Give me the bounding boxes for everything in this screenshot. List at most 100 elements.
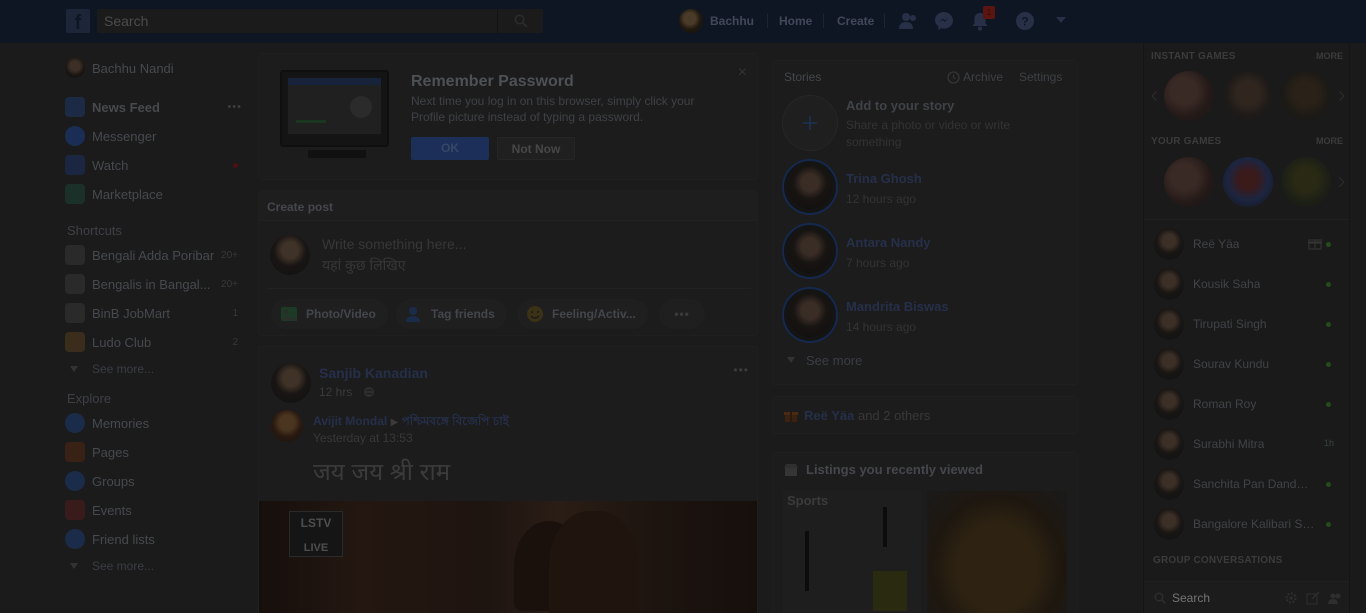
help-question-icon[interactable]: ? [1014,10,1036,32]
post-video-thumbnail[interactable]: LSTV LIVE [259,501,757,613]
sidebar-item-profile[interactable]: Bachhu Nandi [62,57,252,79]
birthday-name-link[interactable]: Reë Yäa [804,408,854,423]
story-ring[interactable] [782,287,838,343]
tag-friends-button[interactable]: Tag friends [396,299,507,329]
illustration-bar [296,120,326,123]
see-more-shortcuts[interactable]: See more... [62,358,252,380]
photo-video-button[interactable]: Photo/Video [271,299,388,329]
instant-games-more-link[interactable]: MORE [1316,51,1343,61]
see-more-explore[interactable]: See more... [62,555,252,577]
post-composer-placeholder[interactable]: Write something here... [322,236,466,252]
sidebar-item-watch[interactable]: Watch [62,154,252,176]
photo-video-label: Photo/Video [306,307,376,321]
game-thumbnail[interactable] [1223,157,1273,207]
game-thumbnail[interactable] [1281,71,1331,121]
nav-create-link[interactable]: Create [837,14,874,28]
story-author[interactable]: Mandrita Biswas [846,299,949,314]
sidebar-item-groups[interactable]: Groups [62,470,252,492]
sidebar-item-label: See more... [92,559,155,573]
listing-item[interactable] [927,491,1067,613]
post-composer-placeholder-hindi[interactable]: यहां कुछ लिखिए [322,256,405,275]
story-author[interactable]: Trina Ghosh [846,171,922,186]
birthday-others-text[interactable]: and 2 others [854,408,930,423]
your-games-more-link[interactable]: MORE [1316,136,1343,146]
illustration-header [288,78,381,85]
avatar [788,293,832,337]
not-now-button[interactable]: Not Now [497,137,575,160]
game-thumbnail[interactable] [1164,157,1214,207]
chevron-right-icon[interactable] [1338,177,1344,187]
add-story-button[interactable] [782,95,838,151]
sidebar-item-events[interactable]: Events [62,499,252,521]
contact-item[interactable]: Tirupati Singh [1152,308,1342,340]
story-time: 7 hours ago [846,256,910,270]
post-author-link[interactable]: Sanjib Kanadian [319,365,428,381]
close-button[interactable]: × [738,64,747,82]
news-feed-options-button[interactable]: ••• [227,101,242,113]
post-options-button[interactable]: ••• [733,363,749,377]
chevron-left-icon[interactable] [1152,91,1158,101]
shared-post-timestamp[interactable]: Yesterday at 13:53 [313,431,413,445]
sidebar-item-shortcut[interactable]: Ludo Club 2 [62,331,252,353]
story-time: 12 hours ago [846,192,917,206]
page-scrollbar[interactable] [1349,43,1366,613]
account-dropdown-icon[interactable] [1056,16,1066,24]
nav-profile-link[interactable]: Bachhu [679,9,754,33]
sidebar-item-news-feed[interactable]: News Feed ••• [62,96,252,118]
new-message-icon[interactable] [1306,591,1320,605]
game-thumbnail[interactable] [1281,157,1331,207]
stories-archive-link[interactable]: Archive [963,70,1003,84]
search-input[interactable] [97,9,507,33]
story-ring[interactable] [782,223,838,279]
ok-button[interactable]: OK [411,137,489,160]
add-story-title[interactable]: Add to your story [846,98,954,113]
sidebar-item-shortcut[interactable]: Bengalis in Bangal... 20+ [62,273,252,295]
gift-icon[interactable] [1308,238,1322,250]
online-status-dot [1326,242,1331,247]
sidebar-item-messenger[interactable]: Messenger [62,125,252,147]
story-ring[interactable] [782,159,838,215]
contact-item[interactable]: Sourav Kundu [1152,348,1342,380]
sidebar-item-shortcut[interactable]: BinB JobMart 1 [62,302,252,324]
messenger-icon[interactable] [933,10,955,32]
sidebar-item-shortcut[interactable]: Bengali Adda Poribar 20+ [62,244,252,266]
watch-new-indicator [233,163,238,168]
sidebar-item-marketplace[interactable]: Marketplace [62,183,252,205]
gear-icon[interactable] [1284,591,1298,605]
stories-settings-link[interactable]: Settings [1019,70,1062,84]
contact-item[interactable]: Roman Roy [1152,388,1342,420]
nav-home-link[interactable]: Home [779,14,812,28]
marketplace-shop-icon [784,464,798,476]
sidebar-item-memories[interactable]: Memories [62,412,252,434]
facebook-logo[interactable]: f [66,9,90,33]
story-author[interactable]: Antara Nandy [846,235,931,250]
avatar[interactable] [271,410,303,442]
earphone-cable [883,507,887,547]
game-thumbnail[interactable] [1223,71,1273,121]
friend-requests-icon[interactable] [897,10,919,32]
avatar[interactable] [271,363,311,403]
shared-group-link[interactable]: পশ্চিমবঙ্গে বিজেপি চাই [402,414,509,428]
stories-see-more-link[interactable]: See more [806,353,862,368]
feeling-activity-button[interactable]: Feeling/Activ... [517,299,648,329]
contact-item[interactable]: Surabhi Mitra 1h [1152,428,1342,460]
listing-item[interactable]: Sports [783,491,921,613]
avatar [788,229,832,273]
chevron-right-icon[interactable] [1338,91,1344,101]
contact-item[interactable]: Reë Yäa [1152,228,1342,260]
chat-search-input[interactable] [1172,588,1272,608]
contact-item[interactable]: Sanchita Pan Dandapat [1152,468,1342,500]
sidebar-item-friend-lists[interactable]: Friend lists [62,528,252,550]
more-composer-options-button[interactable]: ••• [659,299,705,329]
game-thumbnail[interactable] [1164,71,1214,121]
contact-item[interactable]: Bangalore Kalibari Sh... [1152,508,1342,540]
chevron-down-icon[interactable] [787,357,795,363]
sidebar-item-pages[interactable]: Pages [62,441,252,463]
search-button[interactable] [497,9,543,33]
new-group-icon[interactable] [1328,591,1342,605]
globe-privacy-icon[interactable] [363,386,375,398]
chat-search-bar [1144,581,1350,613]
contact-item[interactable]: Kousik Saha [1152,268,1342,300]
post-timestamp[interactable]: 12 hrs [319,385,352,399]
shared-author-link[interactable]: Avijit Mondal [313,414,387,428]
